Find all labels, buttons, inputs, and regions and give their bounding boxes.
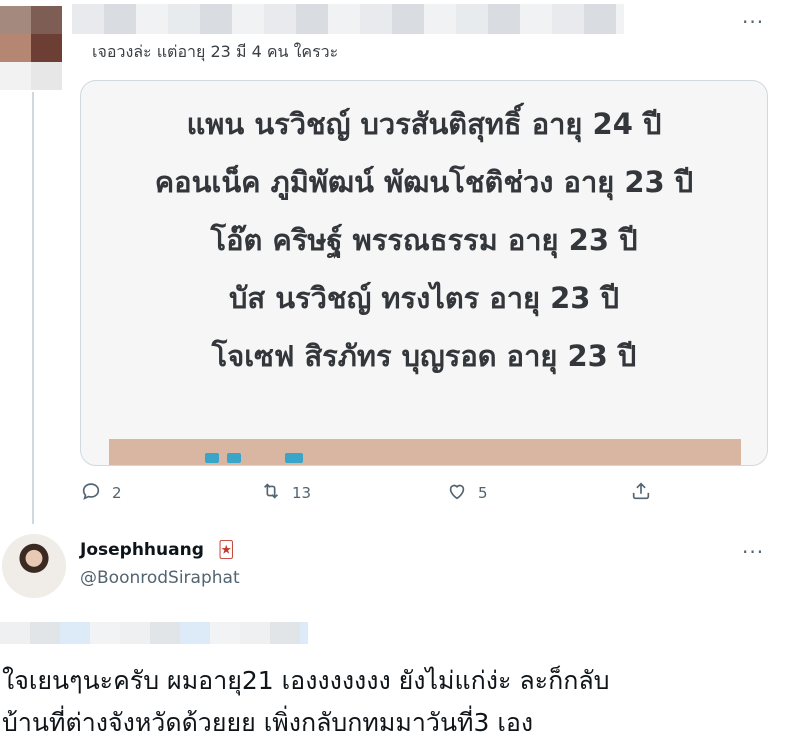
comment-icon	[80, 480, 102, 506]
media-text-line: บัส นรวิชญ์ ทรงไตร อายุ 23 ปี	[229, 281, 619, 315]
share-button[interactable]	[630, 480, 652, 506]
retweet-count: 13	[292, 484, 312, 502]
avatar-pixelated[interactable]	[0, 6, 62, 90]
reply-button[interactable]: 2	[80, 480, 122, 506]
media-bottom-strip	[109, 439, 741, 465]
tweet-text: เจอวงล่ะ แต่อายุ 23 มี 4 คน ใครวะ	[92, 42, 339, 61]
media-text-line: โจเซฟ สิรภัทร บุญรอด อายุ 23 ปี	[211, 339, 637, 373]
reply-count: 2	[112, 484, 122, 502]
avatar[interactable]	[2, 534, 66, 598]
tweet-text: ใจเยนๆนะครับ ผมอายุ21 เองงงงงงง ยังไม่แก…	[2, 660, 610, 744]
tweet-media-image[interactable]: แพน นรวิชญ์ บวรสันติสุทธิ์ อายุ 24 ปี คอ…	[80, 80, 768, 466]
tweet-actions: 2 13 5	[80, 480, 789, 506]
display-name[interactable]: Josephhuang	[80, 540, 204, 560]
media-text-line: คอนเน็ค ภูมิพัฒน์ พัฒนโชติช่วง อายุ 23 ป…	[154, 165, 694, 199]
joker-emoji-icon: 🃏	[218, 540, 235, 559]
thread-line	[32, 92, 34, 524]
retweet-icon	[260, 480, 282, 506]
like-count: 5	[478, 484, 488, 502]
like-button[interactable]: 5	[446, 480, 488, 506]
media-text-line: แพน นรวิชญ์ บวรสันติสุทธิ์ อายุ 24 ปี	[186, 107, 662, 141]
tweet-text-line: ใจเยนๆนะครับ ผมอายุ21 เองงงงงงง ยังไม่แก…	[2, 666, 610, 695]
more-options-icon[interactable]: ···	[742, 10, 764, 34]
heart-icon	[446, 480, 468, 506]
share-icon	[630, 480, 652, 506]
redacted-author-info	[72, 4, 624, 34]
redacted-reply-context	[0, 622, 308, 644]
more-options-icon[interactable]: ···	[742, 540, 764, 564]
retweet-button[interactable]: 13	[260, 480, 311, 506]
tweet-text-line: บ้านที่ต่างจังหวัดด้วยยย เพิ่งกลับกทมมาว…	[2, 708, 534, 737]
user-handle[interactable]: @BoonrodSiraphat	[80, 568, 240, 588]
media-text-line: โอ๊ต คริษฐ์ พรรณธรรม อายุ 23 ปี	[210, 223, 638, 257]
